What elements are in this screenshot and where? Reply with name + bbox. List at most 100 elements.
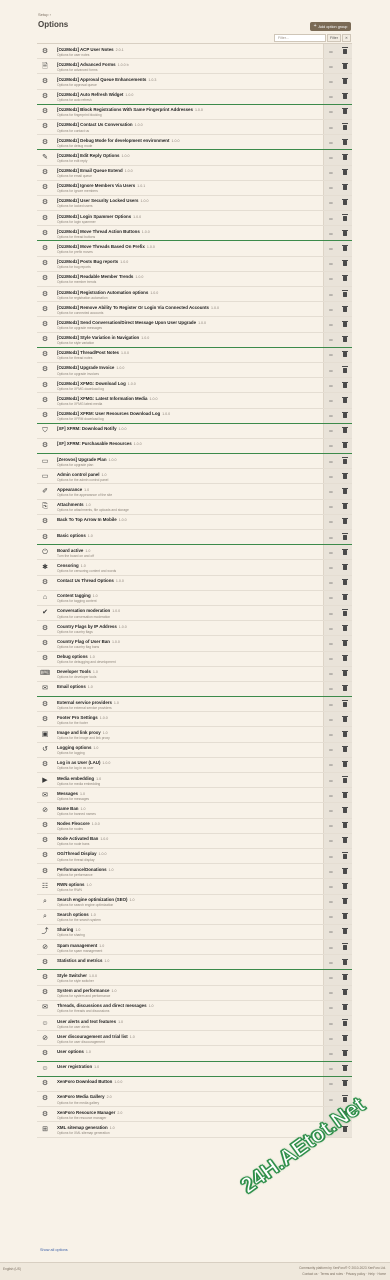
delete-icon[interactable]	[342, 184, 348, 191]
option-group-title[interactable]: Admin control panel 1.0	[57, 472, 322, 477]
more-menu-icon[interactable]: •••	[329, 747, 333, 752]
option-group-row[interactable]: ⌕ Search options 1.0 Options for the search…	[37, 909, 352, 925]
more-menu-icon[interactable]: •••	[329, 535, 333, 540]
option-group-title[interactable]: [OzzModz] Ignore Members Via Users 1.0.1	[57, 183, 322, 188]
option-group-title[interactable]: RWN options 1.0	[57, 882, 322, 887]
option-group-row[interactable]: ⚙ [OzzModz] Ignore Members Via Users 1.0.1…	[37, 180, 352, 196]
delete-icon[interactable]	[342, 396, 348, 403]
delete-icon[interactable]	[342, 47, 348, 54]
option-group-row[interactable]: ⚙ Log in as User (LAU) 1.0.0 Options for lo…	[37, 757, 352, 773]
option-group-title[interactable]: Media embedding 1.0	[57, 776, 322, 781]
option-group-row[interactable]: ☺ User registration 1.0 •••	[37, 1061, 352, 1077]
delete-icon[interactable]	[342, 594, 348, 601]
option-group-row[interactable]: ⚙ [OzzModz] Move Threads Based On Prefix 1…	[37, 241, 352, 257]
delete-icon[interactable]	[342, 108, 348, 115]
option-group-title[interactable]: Basic options 1.0	[57, 533, 322, 538]
delete-icon[interactable]	[342, 305, 348, 312]
more-menu-icon[interactable]: •••	[329, 64, 333, 69]
delete-icon[interactable]	[342, 503, 348, 510]
more-menu-icon[interactable]: •••	[329, 1005, 333, 1010]
option-group-row[interactable]: ⚙ Debug options 1.0 Options for debugging a…	[37, 651, 352, 667]
filter-input[interactable]: Filter...	[274, 34, 326, 42]
delete-icon[interactable]	[342, 548, 348, 555]
option-group-title[interactable]: [OzzModz] Registration Automation option…	[57, 290, 322, 295]
option-group-title[interactable]: Country Flag of User Ban 1.0.0	[57, 639, 322, 644]
option-group-row[interactable]: 🗎 [OzzModz] Advanced Forms 1.0.0 b Options …	[37, 59, 352, 75]
option-group-title[interactable]: [OzzModz] Move Thread Action Buttons 1.0.…	[57, 229, 322, 234]
more-menu-icon[interactable]: •••	[329, 504, 333, 509]
delete-icon[interactable]	[342, 882, 348, 889]
delete-icon[interactable]	[342, 260, 348, 267]
delete-icon[interactable]	[342, 746, 348, 753]
option-group-row[interactable]: ⎘ Attachments 1.0 Options for attachments, …	[37, 499, 352, 515]
delete-icon[interactable]	[342, 381, 348, 388]
option-group-row[interactable]: ⚙ [OzzModz] XFMG: Latest Information Medi…	[37, 393, 352, 409]
option-group-row[interactable]: ⚙ [OzzModz] Send Conversation/Direct Mess…	[37, 317, 352, 333]
option-group-title[interactable]: Sharing 1.0	[57, 927, 322, 932]
delete-icon[interactable]	[342, 62, 348, 69]
more-menu-icon[interactable]: •••	[329, 489, 333, 494]
option-group-row[interactable]: ⊘ Name Ban 1.0 Options for banned names •••	[37, 803, 352, 819]
option-group-row[interactable]: ✐ Appearance 1.0 Options for the appearance…	[37, 484, 352, 500]
delete-icon[interactable]	[342, 275, 348, 282]
more-menu-icon[interactable]: •••	[329, 443, 333, 448]
option-group-row[interactable]: ⚙ XenForo Download Button 1.0.0 •••	[37, 1076, 352, 1092]
option-group-row[interactable]: ✉ Email options 1.0 •••	[37, 681, 352, 698]
option-group-title[interactable]: External service providers 1.0	[57, 700, 322, 705]
option-group-row[interactable]: ⚙ External service providers 1.0 Options fo…	[37, 697, 352, 713]
option-group-row[interactable]: ⚙ Basic options 1.0 •••	[37, 530, 352, 546]
delete-icon[interactable]	[342, 973, 348, 981]
delete-icon[interactable]	[342, 989, 348, 996]
option-group-row[interactable]: ⌨ Developer Tools 1.0 Options for developer…	[37, 666, 352, 682]
delete-icon[interactable]	[342, 821, 348, 829]
option-group-title[interactable]: Name Ban 1.0	[57, 806, 322, 811]
option-group-row[interactable]: ⚙ Contact Us Thread Options 1.0.0 •••	[37, 575, 352, 591]
more-menu-icon[interactable]: •••	[329, 686, 333, 691]
option-group-row[interactable]: ⊘ User discouragement and trial list 1.0 Op…	[37, 1031, 352, 1047]
more-menu-icon[interactable]: •••	[329, 732, 333, 737]
option-group-title[interactable]: [OzzModz] Style Variation in Navigation 1…	[57, 335, 322, 340]
more-menu-icon[interactable]: •••	[329, 778, 333, 783]
more-menu-icon[interactable]: •••	[329, 276, 333, 281]
option-group-row[interactable]: ⚙ [OzzModz] Thread/Post Notes 1.0.0 Options…	[37, 347, 352, 363]
more-menu-icon[interactable]: •••	[329, 459, 333, 464]
option-group-row[interactable]: ⚙ [OzzModz] XFMG: Download Log 1.0.0 Option…	[37, 378, 352, 394]
option-group-title[interactable]: [OzzModz] ACP User Notes 2.0.1	[57, 47, 322, 52]
delete-icon[interactable]	[342, 852, 348, 859]
delete-icon[interactable]	[342, 806, 348, 813]
option-group-row[interactable]: ⚙ OG/Thread Display 1.0.0 Options for threa…	[37, 848, 352, 865]
delete-icon[interactable]	[342, 290, 348, 297]
option-group-title[interactable]: Attachments 1.0	[57, 502, 322, 507]
more-menu-icon[interactable]: •••	[329, 231, 333, 236]
option-group-title[interactable]: [XF] XFRM: Download Notify 1.0.0	[57, 426, 322, 431]
more-menu-icon[interactable]: •••	[329, 717, 333, 722]
option-group-title[interactable]: XML sitemap generation 1.0	[57, 1125, 322, 1130]
more-menu-icon[interactable]: •••	[329, 990, 333, 995]
more-menu-icon[interactable]: •••	[329, 1021, 333, 1026]
option-group-title[interactable]: Nodes Flexcore 1.0.0	[57, 821, 322, 826]
option-group-row[interactable]: ⚙ XenForo Resource Manager 2.0 Options for …	[37, 1107, 352, 1123]
delete-icon[interactable]	[342, 897, 348, 905]
option-group-row[interactable]: ✉ Messages 1.0 Options for messages •••	[37, 788, 352, 804]
option-group-title[interactable]: [OzzModz] Email Queue Extend 1.0.0	[57, 168, 322, 173]
option-group-row[interactable]: ⚙ [OzzModz] Move Thread Action Buttons 1.0…	[37, 226, 352, 242]
delete-icon[interactable]	[342, 229, 348, 236]
more-menu-icon[interactable]: •••	[329, 292, 333, 297]
footer-links[interactable]: Contact us · Terms and rules · Privacy p…	[302, 1272, 386, 1276]
option-group-row[interactable]: ⛉ [XF] XFRM: Download Notify 1.0.0 •••	[37, 423, 352, 439]
more-menu-icon[interactable]: •••	[329, 945, 333, 950]
option-group-title[interactable]: [OzzModz] XFMG: Latest Information Media…	[57, 396, 322, 401]
delete-icon[interactable]	[342, 958, 348, 965]
delete-icon[interactable]	[342, 1049, 348, 1056]
show-all-link[interactable]: Show all options	[40, 1248, 68, 1252]
option-group-row[interactable]: ⚙ [XF] XFRM: Purchasable Resources 1.0.0 ••…	[37, 438, 352, 455]
more-menu-icon[interactable]: •••	[329, 1097, 333, 1102]
option-group-title[interactable]: Search engine optimization (SEO) 1.0	[57, 897, 322, 902]
delete-icon[interactable]	[342, 624, 348, 631]
option-group-title[interactable]: [OzzModz] Thread/Post Notes 1.0.0	[57, 350, 322, 355]
option-group-row[interactable]: ⚙ Style Switcher 1.0.0 Options for style sw…	[37, 970, 352, 986]
option-group-title[interactable]: System and performance 1.0	[57, 988, 322, 993]
delete-icon[interactable]	[342, 92, 348, 100]
delete-icon[interactable]	[342, 639, 348, 646]
delete-icon[interactable]	[342, 928, 348, 935]
